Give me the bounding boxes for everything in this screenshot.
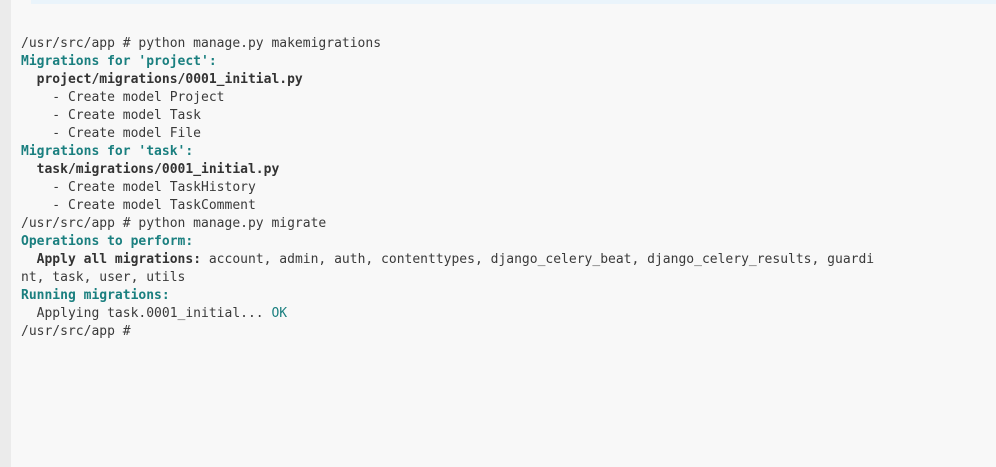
terminal-line: - Create model Task: [21, 107, 996, 125]
terminal-line: - Create model TaskComment: [21, 197, 996, 215]
terminal-text: - Create model File: [21, 126, 202, 141]
terminal-text: - Create model TaskHistory: [21, 180, 256, 195]
terminal-text: Migrations for 'project':: [21, 54, 217, 69]
terminal-line: Migrations for 'project':: [21, 53, 996, 71]
terminal-line: nt, task, user, utils: [21, 269, 996, 287]
terminal-text: nt, task, user, utils: [21, 270, 186, 285]
terminal-text: - Create model Project: [21, 90, 225, 105]
terminal-line: project/migrations/0001_initial.py: [21, 71, 996, 89]
terminal-line: /usr/src/app # python manage.py makemigr…: [21, 35, 996, 53]
terminal-line: Running migrations:: [21, 287, 996, 305]
terminal-output: /usr/src/app # python manage.py makemigr…: [21, 35, 996, 341]
terminal-text: task/migrations/0001_initial.py: [36, 162, 280, 177]
terminal-text: - Create model Task: [21, 108, 202, 123]
terminal-line: - Create model TaskHistory: [21, 179, 996, 197]
terminal-line: /usr/src/app #: [21, 323, 996, 341]
terminal-line: Apply all migrations: account, admin, au…: [21, 251, 996, 269]
terminal-text: /usr/src/app # python manage.py makemigr…: [21, 36, 382, 51]
terminal-line: Migrations for 'task':: [21, 143, 996, 161]
terminal-text: OK: [263, 306, 288, 321]
terminal-line: Applying task.0001_initial... OK: [21, 305, 996, 323]
terminal-text: Migrations for 'task':: [21, 144, 194, 159]
terminal-text: Operations to perform:: [21, 234, 194, 249]
terminal-text: - Create model TaskComment: [21, 198, 256, 213]
left-gutter: [0, 0, 11, 467]
terminal-line: /usr/src/app # python manage.py migrate: [21, 215, 996, 233]
terminal-line: - Create model Project: [21, 89, 996, 107]
terminal-text: account, admin, auth, contenttypes, djan…: [201, 252, 875, 267]
terminal-text: Apply all migrations:: [36, 252, 202, 267]
terminal-text: /usr/src/app # python manage.py migrate: [21, 216, 327, 231]
terminal-text: Running migrations:: [21, 288, 170, 303]
terminal-line: task/migrations/0001_initial.py: [21, 161, 996, 179]
top-strip: [31, 0, 996, 4]
terminal-text: Applying task.0001_initial...: [21, 306, 264, 321]
terminal-line: - Create model File: [21, 125, 996, 143]
terminal-text: project/migrations/0001_initial.py: [36, 72, 303, 87]
terminal-line: Operations to perform:: [21, 233, 996, 251]
terminal-text: /usr/src/app #: [21, 324, 131, 339]
